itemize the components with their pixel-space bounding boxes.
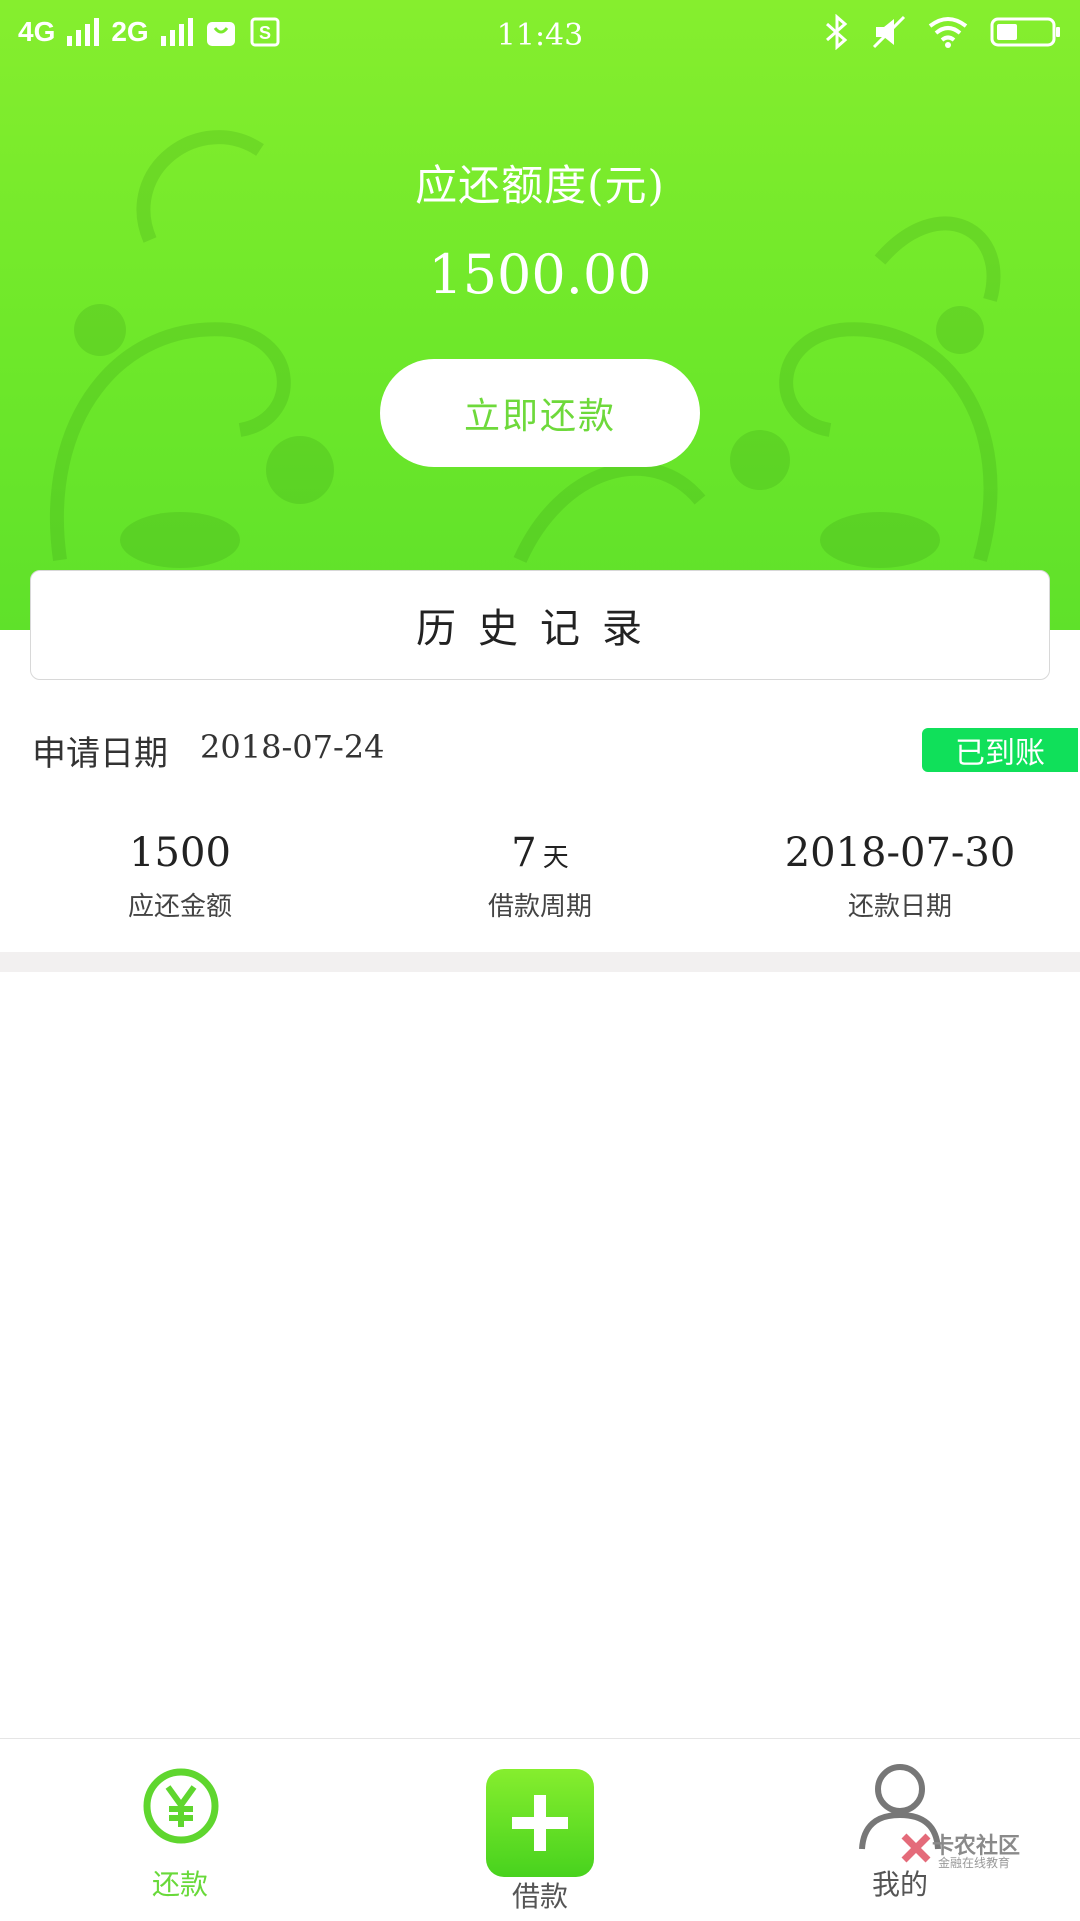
watermark-logo-icon [901, 1833, 931, 1863]
status-bar: 4G 2G S 11:43 [0, 0, 1080, 80]
loan-period-value: 7 [511, 830, 537, 876]
history-records-card[interactable]: 历史记录 [30, 570, 1050, 680]
wifi-icon [928, 17, 968, 48]
history-title: 历史记录 [416, 606, 664, 652]
repay-date-column: 2018-07-30 还款日期 [720, 830, 1080, 923]
tab-repay-label: 还款 [151, 1868, 208, 1901]
floral-pattern-decoration [49, 130, 1001, 630]
yuan-icon [143, 1768, 219, 1844]
watermark-subtitle: 金融在线教育 [938, 1856, 1011, 1870]
loan-record[interactable]: 申请日期 2018-07-24 已到账 1500 应还金额 7天 借款周期 20… [0, 690, 1080, 952]
apply-date-label: 申请日期 [32, 734, 168, 774]
tab-borrow[interactable]: 借款 [390, 1739, 690, 1921]
tab-borrow-label: 借款 [511, 1880, 568, 1913]
loan-period-column: 7天 借款周期 [360, 830, 720, 923]
repay-amount-label: 应还金额 [127, 892, 232, 922]
repay-amount-column: 1500 应还金额 [0, 830, 360, 923]
repay-date-value: 2018-07-30 [784, 830, 1016, 876]
repay-now-button[interactable]: 立即还款 [380, 359, 700, 467]
tab-repay[interactable]: 还款 [30, 1739, 330, 1921]
header-banner: 4G 2G S 11:43 应还额度(元) 1500.00 立即还款 [0, 0, 1080, 630]
loan-period-label: 借款周期 [487, 892, 592, 922]
amount-label: 应还额度(元) [415, 161, 665, 210]
status-badge: 已到账 [922, 728, 1078, 772]
mute-icon [872, 15, 906, 49]
apply-date-value: 2018-07-24 [200, 728, 385, 766]
repay-date-label: 还款日期 [847, 892, 952, 922]
section-divider [0, 952, 1080, 972]
loan-period-unit: 天 [542, 843, 569, 873]
record-details: 1500 应还金额 7天 借款周期 2018-07-30 还款日期 [0, 830, 1080, 923]
battery-icon [990, 17, 1060, 47]
plus-icon [486, 1769, 594, 1877]
repay-amount-value: 1500 [129, 830, 231, 876]
bluetooth-icon [826, 14, 848, 50]
amount-value: 1500.00 [428, 243, 652, 306]
